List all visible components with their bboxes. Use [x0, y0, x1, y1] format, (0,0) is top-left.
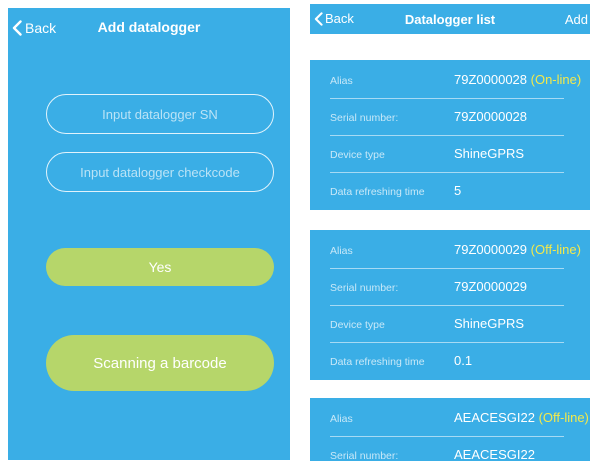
alias-text: AEACESGI22: [454, 410, 535, 425]
serial-value: 79Z0000028: [454, 109, 528, 124]
serial-label: Serial number:: [330, 450, 399, 461]
status-badge: (On-line): [530, 72, 582, 87]
refresh-row: Data refreshing time 0.1: [330, 343, 564, 380]
add-datalogger-screen: Back Add datalogger Yes Scanning a barco…: [8, 8, 290, 460]
alias-label: Alias: [330, 413, 353, 425]
device-type-row: Device type ShineGPRS: [330, 306, 564, 343]
page-title: Datalogger list: [404, 12, 496, 27]
serial-value: 79Z0000029: [454, 279, 528, 294]
yes-button[interactable]: Yes: [46, 248, 274, 286]
datalogger-card[interactable]: Alias 79Z0000029 (Off-line) Serial numbe…: [310, 230, 590, 380]
device-type-value: ShineGPRS: [454, 146, 525, 161]
alias-row: Alias AEACESGI22 (Off-line): [330, 400, 589, 437]
refresh-row: Data refreshing time 5: [330, 173, 564, 210]
nav-bar: Back Add datalogger: [8, 8, 290, 48]
alias-row: Alias 79Z0000028 (On-line): [330, 62, 581, 99]
device-type-value: ShineGPRS: [454, 316, 525, 331]
device-type-row: Device type ShineGPRS: [330, 136, 564, 173]
serial-row: Serial number: 79Z0000029: [330, 269, 564, 306]
add-button[interactable]: Add: [565, 12, 588, 27]
device-type-label: Device type: [330, 149, 385, 161]
datalogger-card[interactable]: Alias 79Z0000028 (On-line) Serial number…: [310, 60, 590, 210]
page-title: Add datalogger: [97, 19, 201, 35]
alias-row: Alias 79Z0000029 (Off-line): [330, 232, 581, 269]
alias-value: 79Z0000028 (On-line): [454, 72, 581, 87]
status-badge: (Off-line): [530, 242, 581, 257]
scan-barcode-button[interactable]: Scanning a barcode: [46, 335, 274, 391]
datalogger-sn-input[interactable]: [46, 94, 274, 134]
datalogger-list-screen: Back Datalogger list Add Alias 79Z000002…: [310, 4, 590, 461]
refresh-value: 0.1: [454, 353, 473, 368]
alias-value: 79Z0000029 (Off-line): [454, 242, 581, 257]
alias-label: Alias: [330, 245, 353, 257]
refresh-label: Data refreshing time: [330, 356, 425, 368]
nav-bar: Back Datalogger list Add: [310, 4, 590, 34]
alias-value: AEACESGI22 (Off-line): [454, 410, 589, 425]
alias-text: 79Z0000028: [454, 72, 528, 87]
device-type-label: Device type: [330, 319, 385, 331]
serial-label: Serial number:: [330, 282, 399, 294]
datalogger-card[interactable]: Alias AEACESGI22 (Off-line) Serial numbe…: [310, 398, 590, 461]
datalogger-checkcode-input[interactable]: [46, 152, 274, 192]
status-badge: (Off-line): [538, 410, 589, 425]
refresh-label: Data refreshing time: [330, 186, 425, 198]
refresh-value: 5: [454, 183, 462, 198]
serial-row: Serial number: AEACESGI22: [330, 437, 564, 461]
serial-label: Serial number:: [330, 112, 399, 124]
serial-value: AEACESGI22: [454, 447, 535, 461]
alias-text: 79Z0000029: [454, 242, 528, 257]
alias-label: Alias: [330, 75, 353, 87]
serial-row: Serial number: 79Z0000028: [330, 99, 564, 136]
